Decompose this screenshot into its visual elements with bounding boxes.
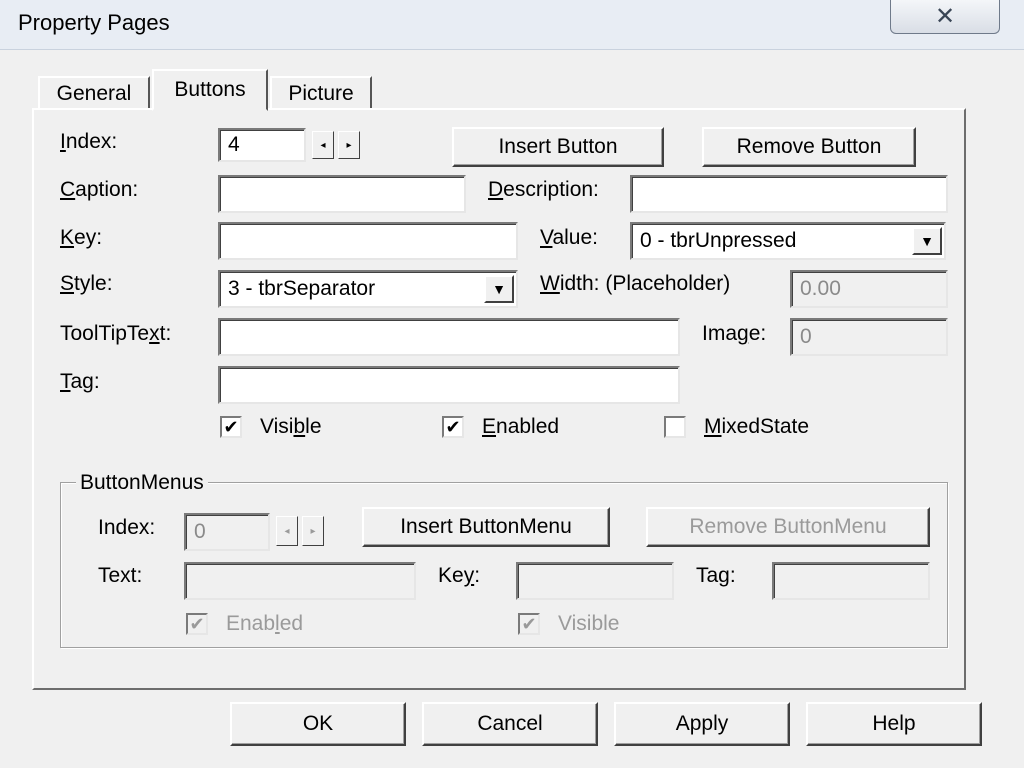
apply-button[interactable]: Apply bbox=[614, 702, 790, 746]
insert-buttonmenu-button[interactable]: Insert ButtonMenu bbox=[362, 507, 610, 547]
close-button[interactable]: ✕ bbox=[890, 0, 1000, 34]
value-combo[interactable]: 0 - tbrUnpressed ▼ bbox=[630, 222, 946, 260]
close-icon: ✕ bbox=[934, 3, 956, 30]
check-icon: ✔ bbox=[445, 417, 461, 437]
menu-enabled-checkbox[interactable]: ✔ bbox=[186, 613, 208, 635]
mixedstate-checkbox[interactable] bbox=[664, 416, 686, 438]
chevron-down-icon[interactable]: ▼ bbox=[912, 227, 942, 255]
style-combo[interactable]: 3 - tbrSeparator ▼ bbox=[218, 270, 518, 308]
check-icon: ✔ bbox=[223, 417, 239, 437]
arrow-left-icon: ◂ bbox=[284, 525, 290, 537]
ok-button[interactable]: OK bbox=[230, 702, 406, 746]
remove-buttonmenu-button[interactable]: Remove ButtonMenu bbox=[646, 507, 930, 547]
menu-index-spin-left[interactable]: ◂ bbox=[276, 516, 298, 546]
index-spin-right[interactable]: ▸ bbox=[338, 131, 360, 159]
arrow-right-icon: ▸ bbox=[346, 139, 352, 151]
cancel-button[interactable]: Cancel bbox=[422, 702, 598, 746]
width-label: Width: (Placeholder) bbox=[540, 272, 731, 295]
visible-checkbox[interactable]: ✔ bbox=[220, 416, 242, 438]
arrow-left-icon: ◂ bbox=[320, 139, 326, 151]
chevron-down-icon[interactable]: ▼ bbox=[484, 275, 514, 303]
image-field[interactable] bbox=[790, 318, 948, 356]
menu-tag-field[interactable] bbox=[772, 562, 930, 600]
description-label: Description: bbox=[488, 178, 599, 201]
enabled-checkbox[interactable]: ✔ bbox=[442, 416, 464, 438]
key-field[interactable] bbox=[218, 222, 518, 260]
width-field[interactable] bbox=[790, 270, 948, 308]
menu-index-field[interactable] bbox=[184, 513, 270, 551]
window-title: Property Pages bbox=[18, 10, 170, 35]
menu-key-field[interactable] bbox=[516, 562, 674, 600]
visible-label[interactable]: Visible bbox=[260, 415, 322, 439]
help-button[interactable]: Help bbox=[806, 702, 982, 746]
key-label: Key: bbox=[60, 226, 103, 249]
menu-index-label: Index: bbox=[98, 516, 156, 539]
tooltiptext-field[interactable] bbox=[218, 318, 680, 356]
index-spin-left[interactable]: ◂ bbox=[312, 131, 334, 159]
caption-field[interactable] bbox=[218, 175, 466, 213]
buttonmenus-title: ButtonMenus bbox=[76, 471, 208, 495]
menu-text-field[interactable] bbox=[184, 562, 416, 600]
menu-tag-label: Tag: bbox=[696, 564, 736, 587]
value-label: Value: bbox=[540, 226, 598, 249]
menu-visible-label[interactable]: Visible bbox=[558, 612, 619, 636]
style-label: Style: bbox=[60, 272, 113, 295]
tooltiptext-label: ToolTipText: bbox=[60, 322, 172, 345]
menu-text-label: Text: bbox=[98, 564, 143, 587]
tag-field[interactable] bbox=[218, 366, 680, 404]
menu-visible-checkbox[interactable]: ✔ bbox=[518, 613, 540, 635]
remove-button-button[interactable]: Remove Button bbox=[702, 127, 916, 167]
check-icon: ✔ bbox=[189, 614, 205, 634]
menu-key-label: Key: bbox=[438, 564, 481, 587]
mixedstate-label[interactable]: MixedState bbox=[704, 415, 809, 439]
tab-general[interactable]: General bbox=[38, 76, 150, 110]
menu-index-spin-right[interactable]: ▸ bbox=[302, 516, 324, 546]
tab-picture[interactable]: Picture bbox=[270, 76, 372, 110]
index-label: Index: bbox=[60, 130, 118, 153]
caption-label: Caption: bbox=[60, 178, 139, 201]
enabled-label[interactable]: Enabled bbox=[482, 415, 559, 439]
check-icon: ✔ bbox=[521, 614, 537, 634]
tag-label: Tag: bbox=[60, 370, 100, 393]
arrow-right-icon: ▸ bbox=[310, 525, 316, 537]
description-field[interactable] bbox=[630, 175, 948, 213]
insert-button-button[interactable]: Insert Button bbox=[452, 127, 664, 167]
index-field[interactable] bbox=[218, 128, 306, 162]
menu-enabled-label[interactable]: Enabled bbox=[226, 612, 303, 636]
tab-buttons[interactable]: Buttons bbox=[152, 69, 268, 111]
image-label: Image: bbox=[702, 322, 767, 345]
